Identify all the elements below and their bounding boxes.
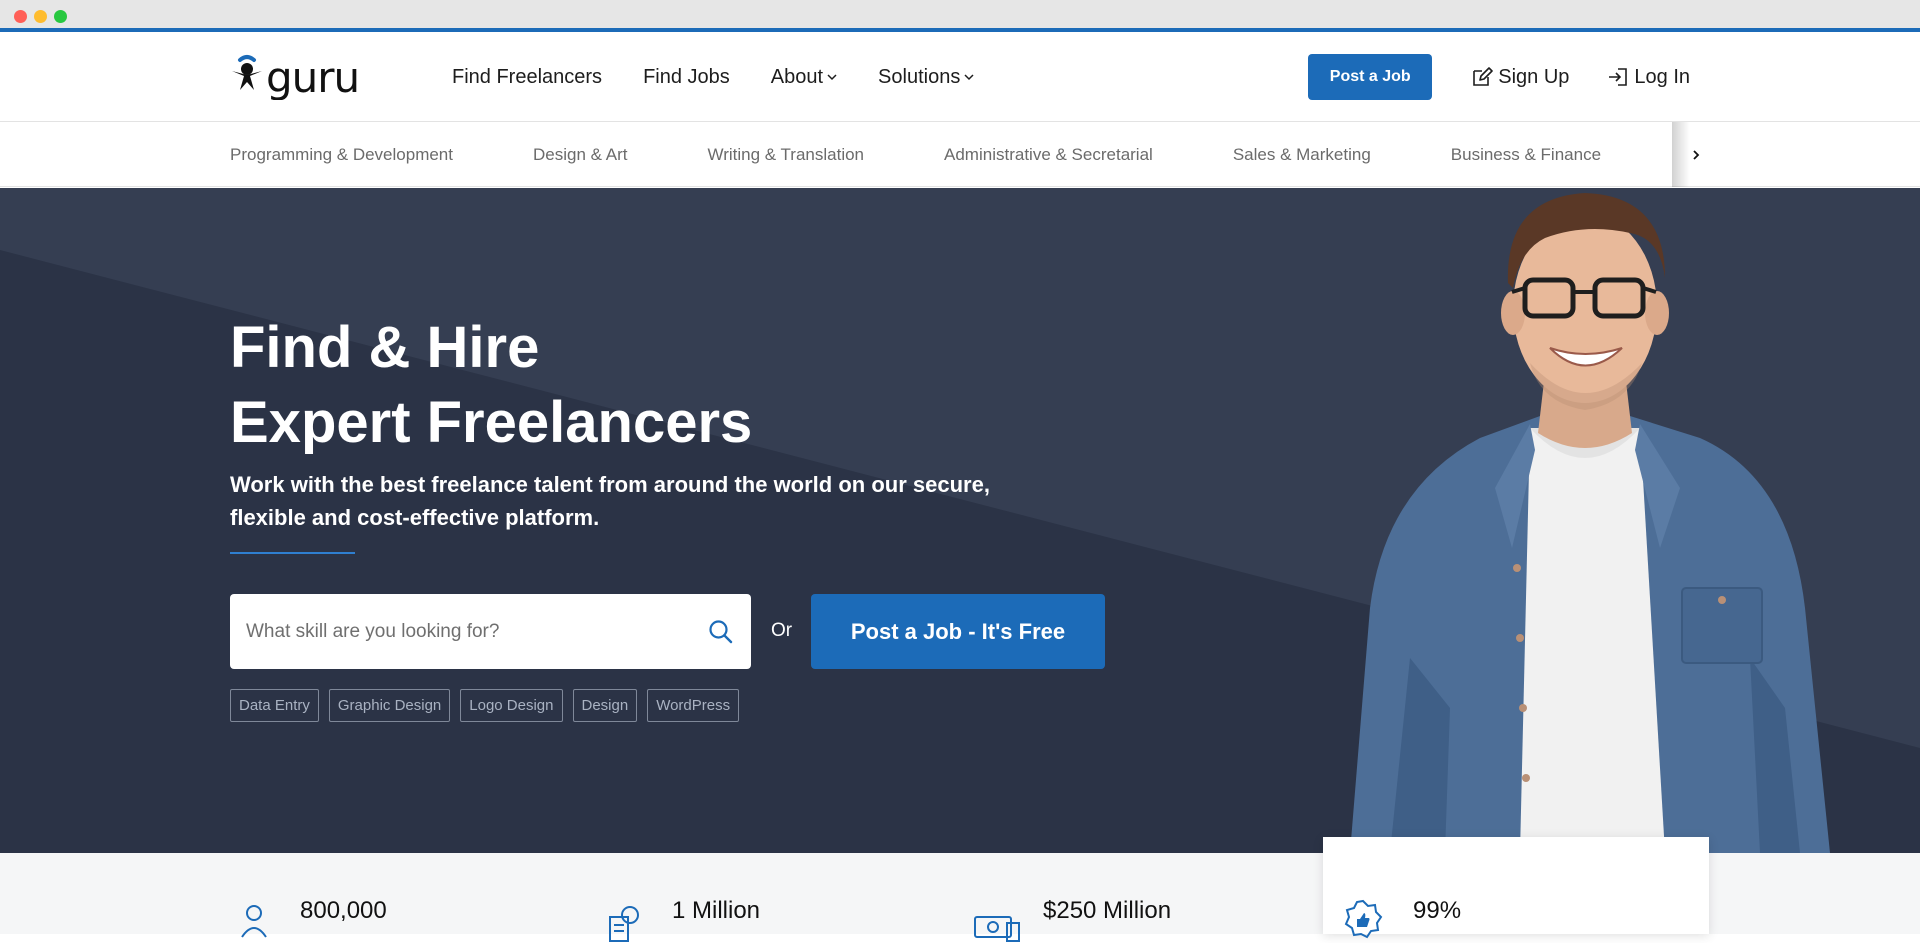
invoice-icon <box>609 906 639 942</box>
window-maximize-button[interactable] <box>54 10 67 23</box>
guru-logo[interactable]: guru <box>230 54 396 100</box>
sign-up-label: Sign Up <box>1498 65 1570 88</box>
header-actions: Post a Job Sign Up Log In <box>1308 32 1690 122</box>
category-business-finance[interactable]: Business & Finance <box>1451 145 1601 165</box>
skill-tag-wordpress[interactable]: WordPress <box>647 689 740 722</box>
nav-label: Find Freelancers <box>452 65 603 88</box>
window-close-button[interactable] <box>14 10 27 23</box>
skill-tag-data-entry[interactable]: Data Entry <box>230 689 319 722</box>
popular-skill-tags: Data Entry Graphic Design Logo Design De… <box>230 689 740 722</box>
nav-label: Solutions <box>878 65 961 88</box>
nav-label: Find Jobs <box>643 65 730 88</box>
search-icon[interactable] <box>708 619 733 644</box>
nav-find-jobs[interactable]: Find Jobs <box>643 66 730 89</box>
chevron-right-icon <box>1693 149 1700 160</box>
hero-divider <box>230 552 355 554</box>
skill-search-box <box>230 594 751 669</box>
site-header: guru Find Freelancers Find Jobs About So… <box>0 32 1920 122</box>
hero-subtitle: Work with the best freelance talent from… <box>230 472 990 530</box>
log-in-label: Log In <box>1634 65 1690 88</box>
category-writing-translation[interactable]: Writing & Translation <box>707 145 864 165</box>
main-nav: Find Freelancers Find Jobs About Solutio… <box>452 32 974 122</box>
category-bar: Programming & Development Design & Art W… <box>0 122 1920 187</box>
hero-section: Find & Hire Expert Freelancers Work with… <box>0 188 1920 853</box>
stat-value: $250 Million <box>1043 897 1172 924</box>
category-list: Programming & Development Design & Art W… <box>230 122 1601 187</box>
log-in-link[interactable]: Log In <box>1607 66 1690 89</box>
category-next-button[interactable] <box>1672 122 1720 187</box>
freelancer-icon <box>241 905 267 938</box>
or-label: Or <box>771 620 793 641</box>
hero-title: Find & Hire Expert Freelancers <box>230 310 752 460</box>
hero-title-line-1: Find & Hire <box>230 315 540 380</box>
stat-satisfaction-card: 99% <box>1323 837 1709 939</box>
skill-search-input[interactable] <box>246 594 686 669</box>
sign-up-link[interactable]: Sign Up <box>1471 66 1569 89</box>
stat-value: 800,000 <box>300 897 387 924</box>
post-a-job-button[interactable]: Post a Job <box>1308 54 1433 100</box>
post-a-job-free-button[interactable]: Post a Job - It's Free <box>811 594 1105 669</box>
browser-titlebar <box>0 0 1920 32</box>
stat-value: 99% <box>1413 897 1462 924</box>
category-design-art[interactable]: Design & Art <box>533 145 628 165</box>
login-icon <box>1609 68 1628 86</box>
category-sales-marketing[interactable]: Sales & Marketing <box>1233 145 1371 165</box>
hero-person-image <box>1350 193 1830 853</box>
hero-title-line-2: Expert Freelancers <box>230 390 753 455</box>
nav-solutions[interactable]: Solutions <box>878 66 974 89</box>
thumbs-up-badge-icon <box>1344 899 1383 939</box>
svg-text:guru: guru <box>266 54 359 100</box>
chevron-down-icon <box>964 74 974 81</box>
nav-about[interactable]: About <box>771 66 837 89</box>
category-administrative-secretarial[interactable]: Administrative & Secretarial <box>944 145 1153 165</box>
stat-value: 1 Million <box>672 897 761 924</box>
guru-logo-mark-icon: guru <box>232 54 360 100</box>
skill-tag-design[interactable]: Design <box>572 689 638 722</box>
nav-find-freelancers[interactable]: Find Freelancers <box>452 66 602 89</box>
nav-label: About <box>770 65 824 88</box>
category-programming-development[interactable]: Programming & Development <box>230 145 453 165</box>
money-icon <box>974 916 1020 942</box>
chevron-down-icon <box>827 74 837 81</box>
edit-icon <box>1473 67 1494 86</box>
skill-tag-graphic-design[interactable]: Graphic Design <box>328 689 451 722</box>
window-minimize-button[interactable] <box>34 10 47 23</box>
skill-tag-logo-design[interactable]: Logo Design <box>460 689 563 722</box>
